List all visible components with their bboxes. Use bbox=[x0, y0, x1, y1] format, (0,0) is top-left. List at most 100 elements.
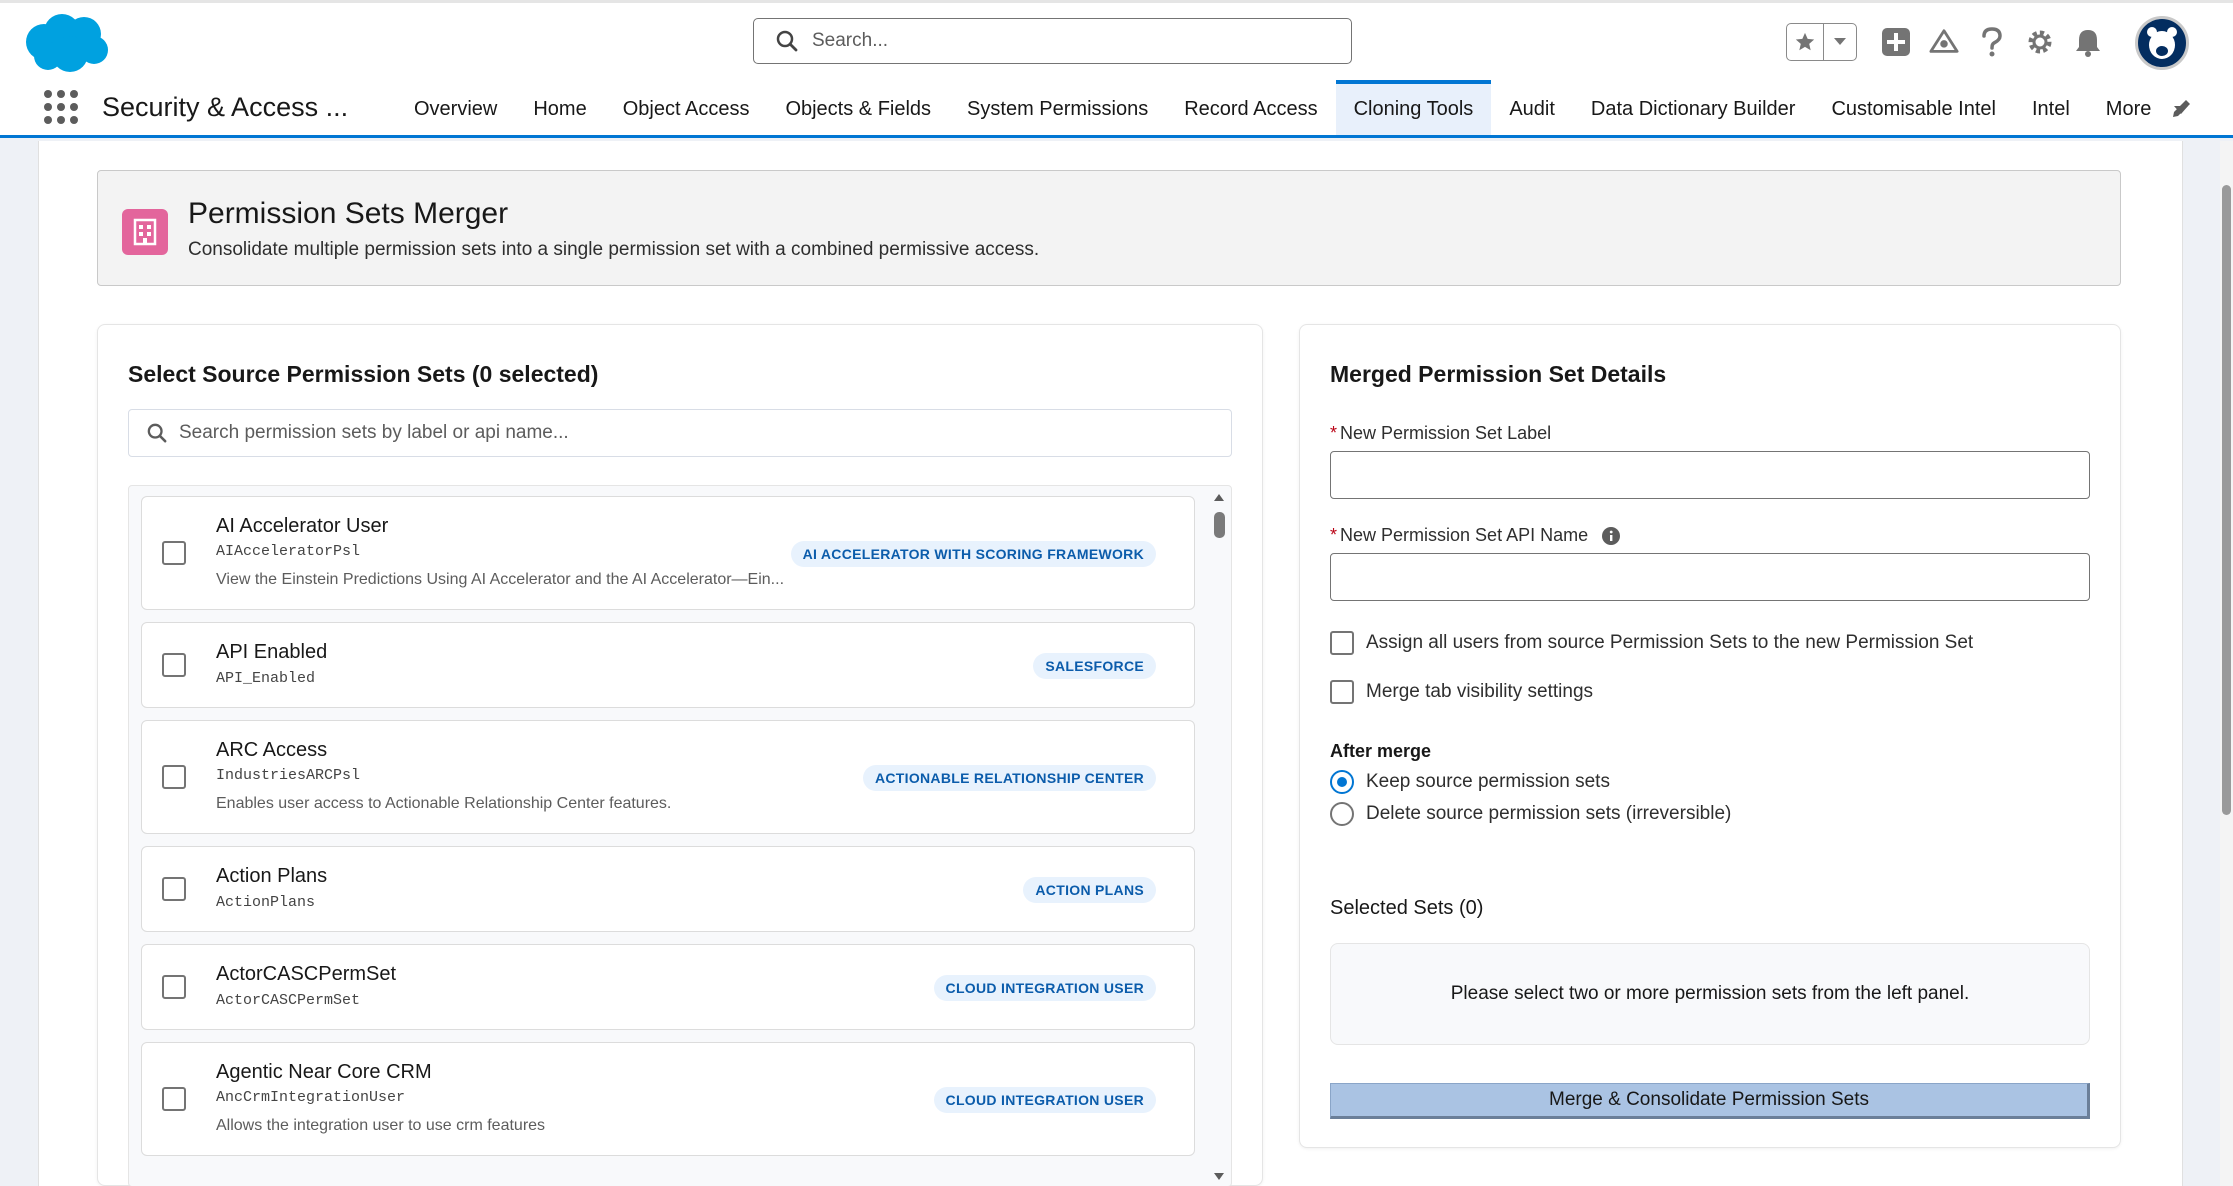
selected-sets-empty-text: Please select two or more permission set… bbox=[1450, 983, 1970, 1004]
source-permission-sets-card: Select Source Permission Sets (0 selecte… bbox=[97, 324, 1263, 1186]
list-item-label: Action Plans bbox=[216, 865, 328, 887]
new-permission-set-label-input[interactable] bbox=[1330, 451, 2090, 499]
gear-icon[interactable] bbox=[2025, 27, 2055, 57]
list-item-checkbox[interactable] bbox=[162, 877, 186, 901]
trailhead-icon[interactable] bbox=[1929, 27, 1959, 57]
list-item-badge: CLOUD INTEGRATION USER bbox=[933, 1087, 1156, 1113]
list-item[interactable]: AI Accelerator User AIAcceleratorPsl Vie… bbox=[141, 496, 1195, 610]
list-item[interactable]: ARC Access IndustriesARCPsl Enables user… bbox=[141, 720, 1195, 834]
new-permission-set-api-name-input[interactable] bbox=[1330, 553, 2090, 601]
tab-intel[interactable]: Intel bbox=[2014, 80, 2088, 135]
after-merge-label: After merge bbox=[1330, 741, 1432, 761]
page-scrollbar[interactable] bbox=[2220, 141, 2233, 1186]
list-item-checkbox[interactable] bbox=[162, 541, 186, 565]
permission-set-list: AI Accelerator User AIAcceleratorPsl Vie… bbox=[128, 485, 1232, 1186]
list-item-api-name: ActorCASCPermSet bbox=[216, 992, 361, 1009]
chevron-down-icon[interactable] bbox=[1824, 24, 1856, 60]
delete-source-radio[interactable] bbox=[1330, 802, 1354, 826]
list-item-badge: AI ACCELERATOR WITH SCORING FRAMEWORK bbox=[790, 541, 1156, 567]
list-item-api-name: AIAcceleratorPsl bbox=[216, 543, 361, 560]
app-launcher-icon[interactable] bbox=[44, 90, 78, 124]
scroll-up-icon[interactable] bbox=[1213, 492, 1225, 502]
label-field-text: New Permission Set Label bbox=[1340, 423, 1552, 443]
selected-sets-title: Selected Sets (0) bbox=[1330, 897, 1484, 919]
tab-home[interactable]: Home bbox=[515, 80, 604, 135]
permission-set-search[interactable] bbox=[128, 409, 1232, 457]
avatar-icon[interactable] bbox=[2135, 16, 2189, 70]
plus-icon[interactable] bbox=[1881, 27, 1911, 57]
list-item[interactable]: Agentic Near Core CRM AncCrmIntegrationU… bbox=[141, 1042, 1195, 1156]
top-border bbox=[0, 0, 2233, 3]
page-title: Permission Sets Merger bbox=[188, 197, 509, 230]
tab-object-access[interactable]: Object Access bbox=[605, 80, 768, 135]
scroll-down-icon[interactable] bbox=[1213, 1172, 1225, 1182]
list-item-checkbox[interactable] bbox=[162, 765, 186, 789]
keep-source-option[interactable]: Keep source permission sets bbox=[1330, 770, 1610, 794]
list-item-label: API Enabled bbox=[216, 641, 328, 663]
nav-tabs: Overview Home Object Access Objects & Fi… bbox=[396, 80, 2207, 135]
api-field-text: New Permission Set API Name bbox=[1340, 525, 1589, 545]
tab-data-dictionary-builder[interactable]: Data Dictionary Builder bbox=[1573, 80, 1814, 135]
list-item[interactable]: API Enabled API_Enabled SALESFORCE bbox=[141, 622, 1195, 708]
list-item[interactable]: ActorCASCPermSet ActorCASCPermSet CLOUD … bbox=[141, 944, 1195, 1030]
keep-source-label: Keep source permission sets bbox=[1366, 771, 1610, 792]
list-item-checkbox[interactable] bbox=[162, 653, 186, 677]
global-search[interactable] bbox=[753, 18, 1352, 64]
tab-more-label: More bbox=[2105, 98, 2152, 120]
tab-audit[interactable]: Audit bbox=[1491, 80, 1573, 135]
info-icon[interactable] bbox=[1602, 526, 1621, 545]
list-item-description: Allows the integration user to use crm f… bbox=[216, 1117, 546, 1134]
list-item[interactable]: Action Plans ActionPlans ACTION PLANS bbox=[141, 846, 1195, 932]
selected-sets-empty-state: Please select two or more permission set… bbox=[1330, 943, 2090, 1045]
tab-objects-fields[interactable]: Objects & Fields bbox=[767, 80, 949, 135]
app-name: Security & Access ... bbox=[102, 92, 349, 122]
list-item-badge: SALESFORCE bbox=[1033, 653, 1156, 679]
list-item-label: AI Accelerator User bbox=[216, 515, 389, 537]
favorites-group bbox=[1786, 23, 1857, 61]
merge-consolidate-button[interactable]: Merge & Consolidate Permission Sets bbox=[1330, 1083, 2090, 1119]
page-header: Permission Sets Merger Consolidate multi… bbox=[97, 170, 2121, 286]
merge-tabs-option[interactable]: Merge tab visibility settings bbox=[1330, 680, 1593, 704]
tab-record-access[interactable]: Record Access bbox=[1166, 80, 1335, 135]
required-mark: * bbox=[1330, 423, 1338, 443]
list-item-api-name: API_Enabled bbox=[216, 670, 316, 687]
header-utility-icons bbox=[1786, 16, 2189, 70]
bell-icon[interactable] bbox=[2073, 27, 2103, 57]
assign-users-option[interactable]: Assign all users from source Permission … bbox=[1330, 631, 1973, 655]
label-field-label: * New Permission Set Label bbox=[1330, 423, 1551, 444]
list-item-badge: CLOUD INTEGRATION USER bbox=[933, 975, 1156, 1001]
tab-cloning-tools[interactable]: Cloning Tools bbox=[1335, 80, 1492, 135]
pencil-icon[interactable] bbox=[2170, 96, 2194, 120]
delete-source-label: Delete source permission sets (irreversi… bbox=[1366, 803, 1732, 824]
star-icon[interactable] bbox=[1787, 24, 1825, 60]
global-search-input[interactable] bbox=[812, 30, 1312, 52]
page-scrollbar-thumb[interactable] bbox=[2222, 185, 2231, 815]
assign-users-label: Assign all users from source Permission … bbox=[1366, 632, 1974, 653]
merge-tabs-checkbox[interactable] bbox=[1330, 680, 1354, 704]
list-item-label: Agentic Near Core CRM bbox=[216, 1061, 432, 1083]
search-icon bbox=[147, 423, 167, 443]
list-item-description: Enables user access to Actionable Relati… bbox=[216, 795, 672, 812]
list-scrollbar-thumb[interactable] bbox=[1214, 512, 1225, 538]
list-item-label: ARC Access bbox=[216, 739, 328, 761]
salesforce-cloud-logo[interactable] bbox=[22, 12, 112, 74]
global-header bbox=[0, 0, 2233, 80]
list-item-label: ActorCASCPermSet bbox=[216, 963, 397, 985]
api-field-label: * New Permission Set API Name bbox=[1330, 525, 1621, 546]
tab-system-permissions[interactable]: System Permissions bbox=[949, 80, 1166, 135]
delete-source-option[interactable]: Delete source permission sets (irreversi… bbox=[1330, 802, 1731, 826]
list-item-checkbox[interactable] bbox=[162, 1087, 186, 1111]
tab-customisable-intel[interactable]: Customisable Intel bbox=[1813, 80, 2014, 135]
assign-users-checkbox[interactable] bbox=[1330, 631, 1354, 655]
tab-overview[interactable]: Overview bbox=[396, 80, 515, 135]
app-navigation-bar: Security & Access ... Overview Home Obje… bbox=[0, 80, 2233, 138]
list-item-description: View the Einstein Predictions Using AI A… bbox=[216, 571, 785, 588]
merge-tabs-label: Merge tab visibility settings bbox=[1366, 681, 1594, 702]
keep-source-radio[interactable] bbox=[1330, 770, 1354, 794]
search-icon bbox=[776, 30, 798, 52]
list-item-api-name: IndustriesARCPsl bbox=[216, 767, 361, 784]
help-icon[interactable] bbox=[1977, 27, 2007, 57]
list-scrollbar[interactable] bbox=[1209, 486, 1229, 1186]
permission-set-search-input[interactable] bbox=[179, 422, 1179, 444]
list-item-checkbox[interactable] bbox=[162, 975, 186, 999]
